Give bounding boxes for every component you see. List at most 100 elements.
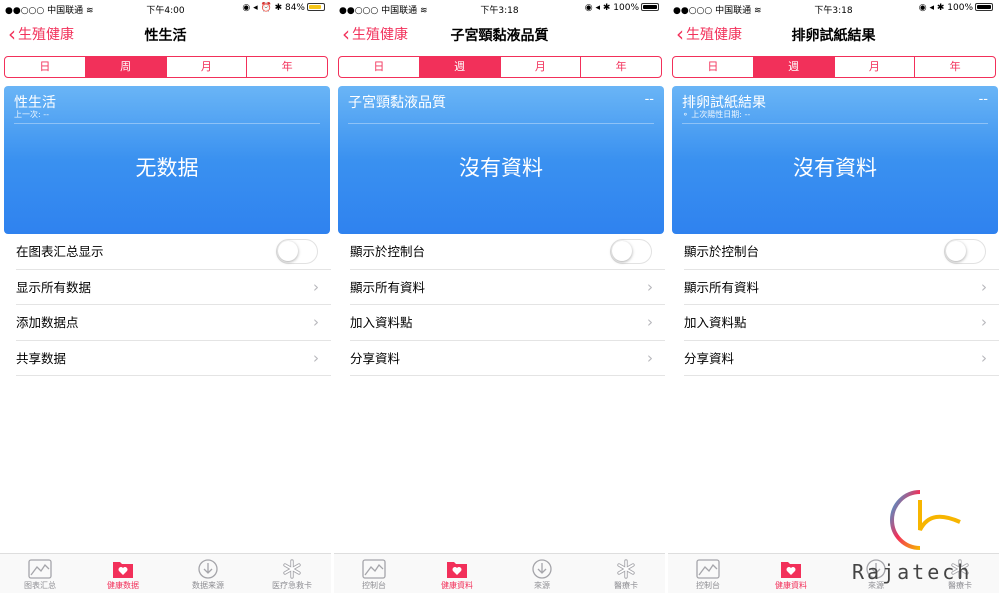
page-title: 性生活 bbox=[144, 28, 187, 44]
chart-divider bbox=[348, 123, 654, 124]
segment-day[interactable]: 日 bbox=[5, 57, 86, 77]
options-list: 在图表汇总显示 显示所有数据 › 添加数据点 › 共享数据 › bbox=[0, 234, 331, 376]
tab-label: 控制台 bbox=[362, 581, 386, 590]
share-data-row[interactable]: 分享資料 › bbox=[350, 341, 665, 376]
chevron-right-icon: › bbox=[981, 277, 987, 296]
tab-sources[interactable]: 來源 bbox=[512, 558, 572, 591]
status-bar: ●●○○○ 中国联通 ≋ 下午4:00 ◉ ◂ ⏰ ✱ 84% bbox=[0, 0, 331, 16]
navigation-bar: ‹ 生殖健康 子宮頸黏液品質 bbox=[334, 18, 665, 50]
segment-month[interactable]: 月 bbox=[835, 57, 916, 77]
chart-value: -- bbox=[978, 92, 988, 107]
chart-subtitle: ⚬ 上次陽性日期: -- bbox=[682, 110, 751, 119]
row-label: 顯示於控制台 bbox=[684, 244, 760, 259]
row-label: 顯示所有資料 bbox=[350, 279, 426, 295]
tab-label: 來源 bbox=[534, 581, 550, 590]
segment-week[interactable]: 週 bbox=[753, 57, 835, 77]
tab-dashboard[interactable]: 控制台 bbox=[678, 558, 738, 591]
asterisk-icon bbox=[617, 559, 635, 579]
chart-card[interactable]: 子宮頸黏液品質 -- 沒有資料 6月3日 4 5 6 7 8 9 bbox=[338, 86, 664, 312]
tab-health-data[interactable]: 健康資料 bbox=[427, 558, 487, 591]
chevron-right-icon: › bbox=[313, 313, 319, 331]
screen-sexual-activity: ●●○○○ 中国联通 ≋ 下午4:00 ◉ ◂ ⏰ ✱ 84% ‹ 生殖健康 性生… bbox=[0, 0, 331, 593]
navigation-bar: ‹ 生殖健康 排卵試紙結果 bbox=[668, 18, 999, 50]
chevron-right-icon: › bbox=[313, 348, 319, 367]
tab-label: 醫療卡 bbox=[614, 581, 638, 590]
row-label: 顯示於控制台 bbox=[350, 244, 426, 259]
segment-year[interactable]: 年 bbox=[581, 57, 661, 77]
row-label: 加入資料點 bbox=[684, 315, 747, 330]
status-right: ◉ ◂ ⏰ ✱ 84% bbox=[242, 3, 325, 13]
tab-health-data[interactable]: 健康数据 bbox=[93, 558, 153, 591]
watermark-logo-icon bbox=[890, 490, 961, 550]
segment-month[interactable]: 月 bbox=[501, 57, 582, 77]
row-label: 分享資料 bbox=[684, 350, 735, 366]
dashboard-toggle[interactable] bbox=[610, 239, 652, 264]
tab-medical-id[interactable]: 医疗急救卡 bbox=[262, 558, 322, 591]
battery-icon bbox=[307, 3, 325, 11]
chart-subtitle: 上一次: -- bbox=[14, 110, 50, 119]
chevron-right-icon: › bbox=[981, 313, 987, 331]
tab-medical-id[interactable]: 醫療卡 bbox=[596, 558, 656, 591]
heart-folder-icon bbox=[781, 562, 801, 578]
row-label: 添加数据点 bbox=[16, 315, 79, 330]
tab-label: 健康資料 bbox=[441, 581, 473, 590]
share-data-row[interactable]: 分享資料 › bbox=[684, 341, 999, 376]
tab-sources[interactable]: 数据来源 bbox=[178, 558, 238, 591]
row-label: 显示所有数据 bbox=[16, 279, 92, 295]
show-all-data-row[interactable]: 显示所有数据 › bbox=[16, 270, 331, 305]
tab-dashboard[interactable]: 控制台 bbox=[344, 558, 404, 591]
no-data-label: 无数据 bbox=[135, 156, 199, 180]
status-bar: ●●○○○ 中国联通 ≋ 下午3:18 ◉ ◂ ✱ 100% bbox=[334, 0, 665, 16]
options-list: 顯示於控制台 顯示所有資料 › 加入資料點 › 分享資料 › bbox=[668, 234, 999, 376]
dashboard-toggle[interactable] bbox=[944, 239, 986, 264]
tab-dashboard[interactable]: 图表汇总 bbox=[10, 558, 70, 591]
tab-label: 医疗急救卡 bbox=[272, 581, 312, 590]
tab-bar: 图表汇总 健康数据 数据来源 医疗急救卡 bbox=[0, 553, 331, 593]
segment-year[interactable]: 年 bbox=[247, 57, 327, 77]
battery-icon bbox=[641, 3, 659, 11]
add-data-point-row[interactable]: 添加数据点 › bbox=[16, 305, 331, 341]
battery-icon bbox=[975, 3, 993, 11]
show-all-data-row[interactable]: 顯示所有資料 › bbox=[350, 270, 665, 305]
chart-divider bbox=[682, 123, 988, 124]
segment-year[interactable]: 年 bbox=[915, 57, 995, 77]
segment-day[interactable]: 日 bbox=[339, 57, 420, 77]
heart-folder-icon bbox=[113, 562, 133, 578]
add-data-point-row[interactable]: 加入資料點 › bbox=[350, 305, 665, 341]
watermark-text: Rajatech bbox=[852, 560, 973, 584]
show-on-dashboard-row: 顯示於控制台 bbox=[350, 234, 665, 270]
share-data-row[interactable]: 共享数据 › bbox=[16, 341, 331, 376]
page-title: 排卵試紙結果 bbox=[791, 28, 876, 44]
show-on-dashboard-row: 顯示於控制台 bbox=[684, 234, 999, 270]
chevron-right-icon: › bbox=[313, 277, 319, 296]
add-data-point-row[interactable]: 加入資料點 › bbox=[684, 305, 999, 341]
chart-divider bbox=[14, 123, 320, 124]
screen-cervical-mucus: ●●○○○ 中国联通 ≋ 下午3:18 ◉ ◂ ✱ 100% ‹ 生殖健康 子宮頸… bbox=[334, 0, 665, 593]
tab-health-data[interactable]: 健康資料 bbox=[761, 558, 821, 591]
chart-card[interactable]: 排卵試紙結果 ⚬ 上次陽性日期: -- -- 沒有資料 6月3日 4 5 6 7 8 9 bbox=[672, 86, 998, 312]
options-list: 顯示於控制台 顯示所有資料 › 加入資料點 › 分享資料 › bbox=[334, 234, 665, 376]
asterisk-icon bbox=[283, 559, 301, 579]
segment-week[interactable]: 週 bbox=[419, 57, 501, 77]
chevron-right-icon: › bbox=[647, 348, 653, 367]
heart-folder-icon bbox=[447, 562, 467, 578]
period-segmented-control: 日 週 月 年 bbox=[672, 56, 996, 78]
period-segmented-control: 日 週 月 年 bbox=[338, 56, 662, 78]
segment-day[interactable]: 日 bbox=[673, 57, 754, 77]
chart-title: 子宮頸黏液品質 bbox=[348, 95, 446, 111]
row-label: 顯示所有資料 bbox=[684, 279, 760, 295]
chart-icon bbox=[696, 559, 720, 579]
row-label: 在图表汇总显示 bbox=[16, 244, 104, 259]
chart-card[interactable]: 性生活 上一次: -- 无数据 6月3日 4 5 6 7 8 9 bbox=[4, 86, 330, 312]
chevron-right-icon: › bbox=[647, 277, 653, 296]
navigation-bar: ‹ 生殖健康 性生活 bbox=[0, 18, 331, 50]
segment-week[interactable]: 周 bbox=[85, 57, 167, 77]
dashboard-toggle[interactable] bbox=[276, 239, 318, 264]
no-data-label: 沒有資料 bbox=[793, 156, 877, 180]
row-label: 分享資料 bbox=[350, 350, 401, 366]
segment-month[interactable]: 月 bbox=[167, 57, 248, 77]
row-label: 共享数据 bbox=[16, 350, 67, 366]
show-all-data-row[interactable]: 顯示所有資料 › bbox=[684, 270, 999, 305]
chart-icon bbox=[28, 559, 52, 579]
chevron-right-icon: › bbox=[981, 348, 987, 367]
